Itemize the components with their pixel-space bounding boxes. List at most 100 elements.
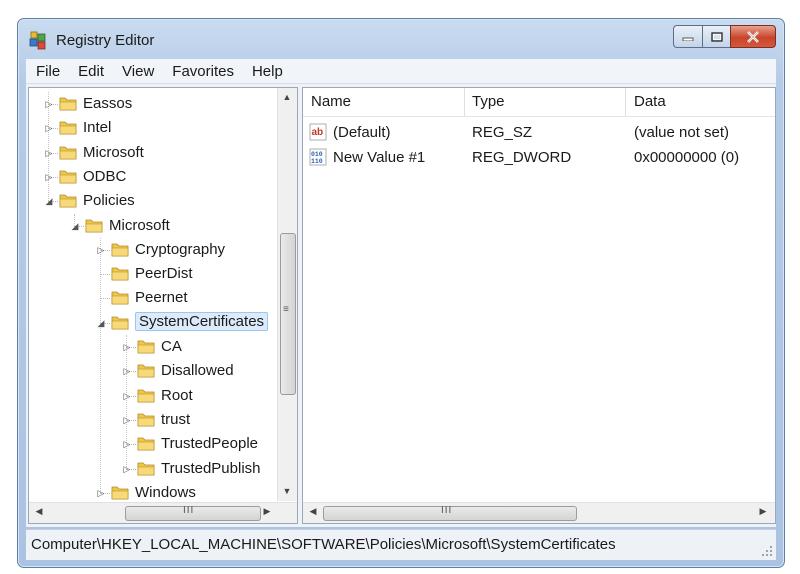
registry-tree[interactable]: ▷ Eassos ▷ Intel ▷ Microsoft ▷ ODBC ◢ Policies ◢ Mi… [28, 87, 298, 524]
column-header-type[interactable]: Type [472, 93, 505, 110]
folder-icon [59, 119, 77, 135]
menu-edit[interactable]: Edit [69, 63, 113, 80]
vertical-grip: ≡ [283, 304, 290, 315]
tree-node-label: Microsoft [83, 143, 144, 161]
folder-icon [59, 192, 77, 208]
registry-editor-icon [29, 31, 46, 50]
tree-node-label: Eassos [83, 95, 133, 112]
collapsed-arrow-icon[interactable]: ▷ [123, 391, 131, 401]
tree-node[interactable]: ▷ Microsoft [29, 141, 277, 165]
tree-rows: ▷ Eassos ▷ Intel ▷ Microsoft ▷ ODBC ◢ Policies ◢ Mi… [29, 88, 277, 501]
tree-node[interactable]: ▷ Intel [29, 116, 277, 140]
svg-text:010: 010 [311, 151, 323, 158]
tree-node[interactable]: ▷ CA [29, 335, 277, 359]
tree-node-label: Root [161, 386, 193, 404]
status-bar: Computer\HKEY_LOCAL_MACHINE\SOFTWARE\Pol… [26, 529, 776, 560]
tree-node-label: Cryptography [135, 240, 226, 258]
tree-node[interactable]: Peernet [29, 286, 277, 310]
collapsed-arrow-icon[interactable]: ▷ [45, 99, 53, 109]
collapsed-arrow-icon[interactable]: ▷ [45, 172, 53, 182]
collapsed-arrow-icon[interactable]: ▷ [45, 148, 53, 158]
registry-path: Computer\HKEY_LOCAL_MACHINE\SOFTWARE\Pol… [31, 536, 616, 553]
tree-node[interactable]: ▷ ODBC [29, 165, 277, 189]
collapsed-arrow-icon[interactable]: ▷ [123, 342, 131, 352]
expanded-arrow-icon[interactable]: ◢ [45, 196, 53, 206]
values-list[interactable]: Name Type Data ab (Default) REG_SZ (valu… [302, 87, 776, 524]
tree-node[interactable]: ▷ trust [29, 408, 277, 432]
collapsed-arrow-icon[interactable]: ▷ [97, 488, 105, 498]
collapsed-arrow-icon[interactable]: ▷ [123, 415, 131, 425]
menu-view[interactable]: View [113, 63, 163, 80]
tree-node[interactable]: ◢ SystemCertificates [29, 311, 277, 335]
expanded-arrow-icon[interactable]: ◢ [97, 318, 105, 328]
value-data: (value not set) [634, 124, 730, 141]
folder-icon [85, 217, 103, 233]
expanded-arrow-icon[interactable]: ◢ [71, 221, 79, 231]
scroll-up-icon[interactable]: ▲ [279, 92, 295, 102]
collapsed-arrow-icon[interactable]: ▷ [123, 439, 131, 449]
svg-text:ab: ab [312, 127, 324, 138]
tree-node-label: TrustedPeople [161, 435, 259, 453]
tree-node[interactable]: ▷ Disallowed [29, 359, 277, 383]
folder-icon [137, 411, 155, 427]
minimize-icon [682, 37, 694, 41]
window-controls [673, 25, 776, 48]
folder-icon [111, 314, 129, 330]
column-divider[interactable] [464, 88, 465, 116]
collapsed-arrow-icon[interactable]: ▷ [97, 245, 105, 255]
tree-node[interactable]: ◢ Microsoft [29, 214, 277, 238]
tree-node-label: Peernet [135, 289, 188, 307]
column-header-name[interactable]: Name [311, 93, 351, 110]
tree-node-label: Intel [83, 119, 112, 137]
tree-guide-line [100, 298, 110, 300]
column-header-data[interactable]: Data [634, 93, 666, 110]
folder-icon [59, 144, 77, 160]
tree-node-label: Policies [83, 192, 135, 210]
tree-node-label: SystemCertificates [135, 311, 269, 331]
scroll-right-icon[interactable]: ▶ [755, 506, 771, 517]
window-title: Registry Editor [56, 32, 155, 49]
title-bar[interactable]: Registry Editor [18, 19, 784, 59]
minimize-button[interactable] [673, 25, 702, 48]
collapsed-arrow-icon[interactable]: ▷ [123, 366, 131, 376]
tree-node[interactable]: ▷ Windows [29, 481, 277, 501]
collapsed-arrow-icon[interactable]: ▷ [123, 464, 131, 474]
close-button[interactable] [730, 25, 776, 48]
list-row[interactable]: ab (Default) REG_SZ (value not set) [303, 121, 775, 145]
tree-node[interactable]: ▷ Eassos [29, 92, 277, 116]
menu-help[interactable]: Help [243, 63, 292, 80]
tree-node-label: Microsoft [109, 216, 170, 234]
close-icon [747, 30, 759, 43]
binary-value-icon: 010 110 [309, 148, 327, 166]
scroll-right-icon[interactable]: ▶ [259, 506, 275, 517]
scroll-down-icon[interactable]: ▼ [279, 486, 295, 496]
menu-favorites[interactable]: Favorites [163, 63, 243, 80]
folder-icon [137, 460, 155, 476]
tree-node[interactable]: ▷ TrustedPublish [29, 457, 277, 481]
tree-node-label: Disallowed [161, 362, 234, 380]
list-header: Name Type Data [303, 88, 775, 117]
column-divider[interactable] [625, 88, 626, 116]
resize-grip-icon[interactable] [761, 545, 773, 557]
tree-node[interactable]: ▷ Cryptography [29, 238, 277, 262]
client-area: ▷ Eassos ▷ Intel ▷ Microsoft ▷ ODBC ◢ Policies ◢ Mi… [26, 84, 776, 527]
tree-node[interactable]: ▷ Root [29, 384, 277, 408]
tree-node-label: TrustedPublish [161, 459, 261, 477]
tree-node[interactable]: ▷ TrustedPeople [29, 432, 277, 456]
tree-horizontal-scrollbar[interactable]: ◀ III ▶ [29, 502, 297, 523]
scroll-left-icon[interactable]: ◀ [31, 506, 47, 517]
folder-icon [111, 289, 129, 305]
folder-icon [137, 435, 155, 451]
tree-node[interactable]: ◢ Policies [29, 189, 277, 213]
maximize-icon [710, 31, 723, 42]
list-row[interactable]: 010 110 New Value #1 REG_DWORD 0x0000000… [303, 146, 775, 170]
folder-icon [59, 95, 77, 111]
tree-vertical-scrollbar[interactable]: ▲ ≡ ▼ [277, 88, 297, 501]
maximize-button[interactable] [702, 25, 730, 48]
collapsed-arrow-icon[interactable]: ▷ [45, 123, 53, 133]
menu-file[interactable]: File [26, 63, 69, 80]
scroll-left-icon[interactable]: ◀ [305, 506, 321, 517]
tree-node[interactable]: PeerDist [29, 262, 277, 286]
list-horizontal-grip: III [441, 505, 453, 516]
list-horizontal-scrollbar[interactable]: ◀ III ▶ [303, 502, 775, 523]
